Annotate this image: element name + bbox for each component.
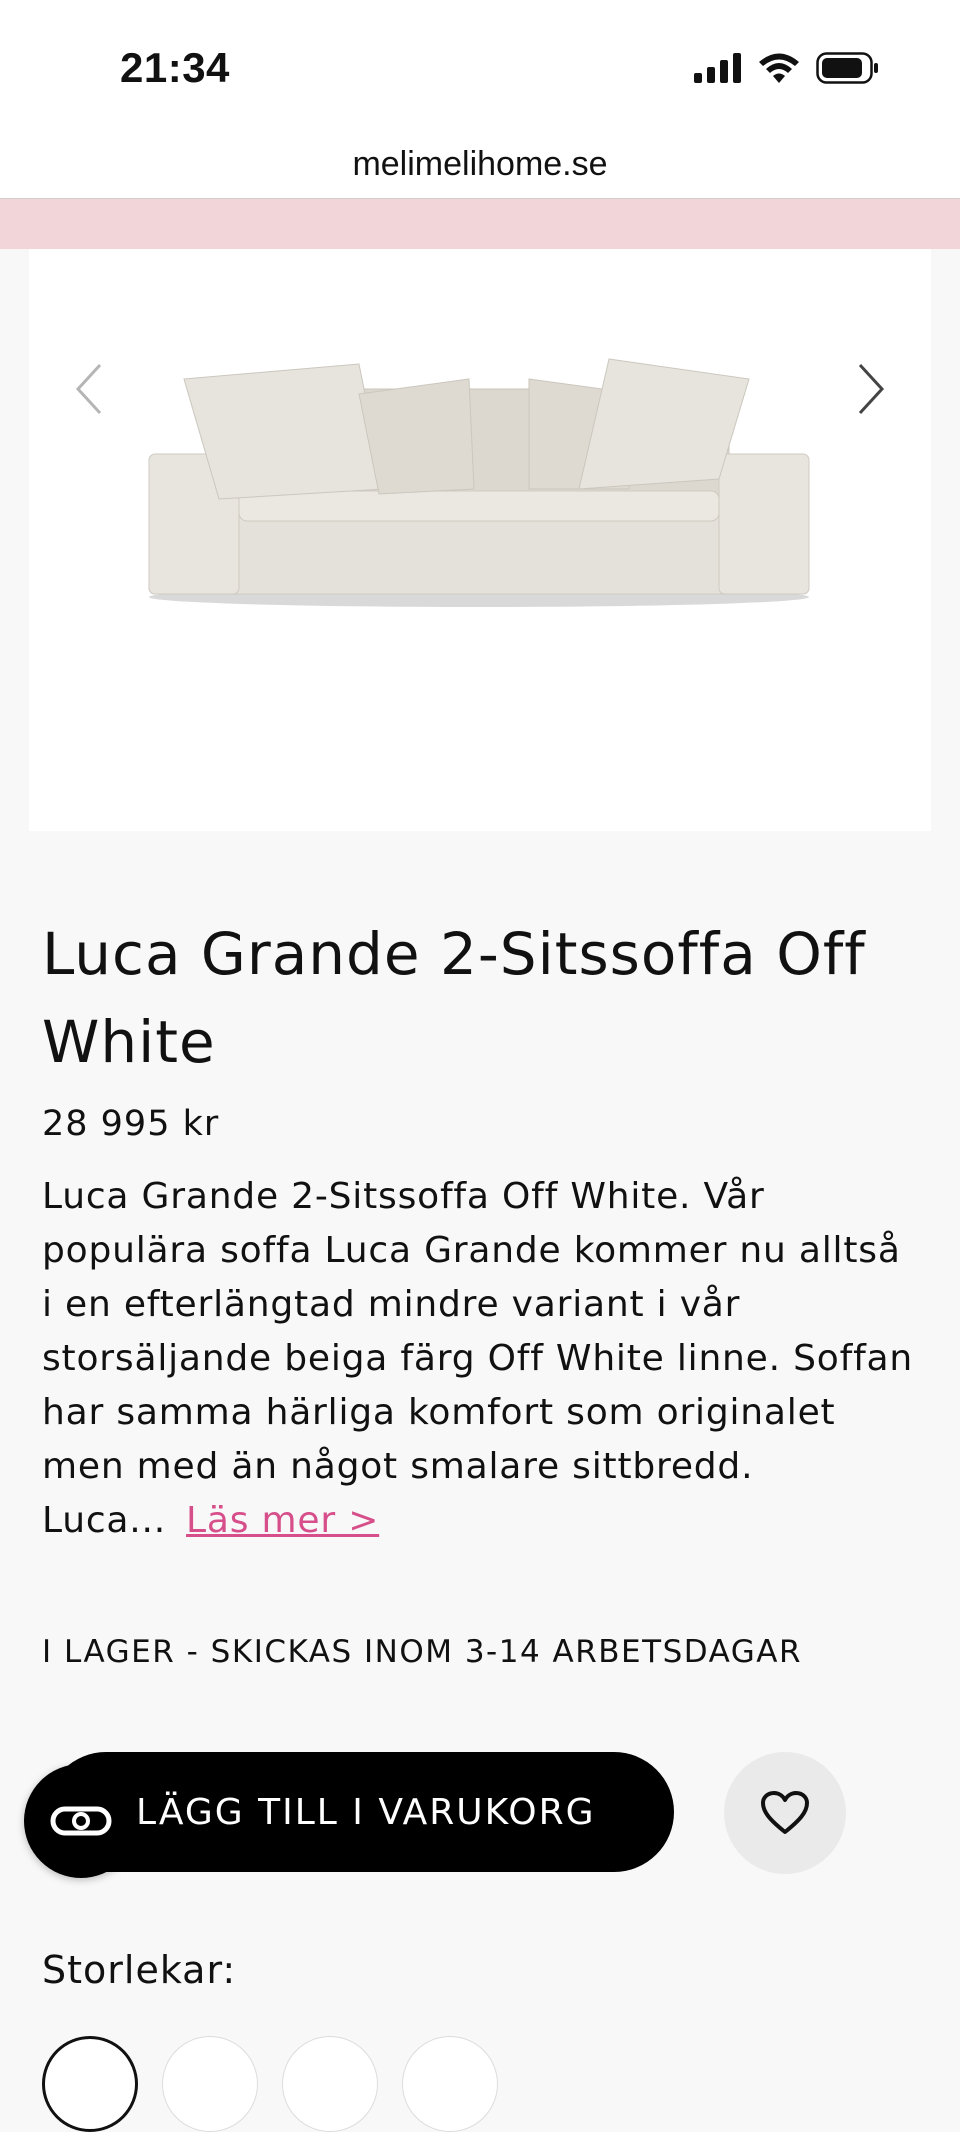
- gallery-next-button[interactable]: [841, 349, 901, 429]
- heart-icon: [761, 1791, 809, 1834]
- product-description: Luca Grande 2-Sitssoffa Off White. Vår p…: [42, 1170, 922, 1548]
- product-title: Luca Grande 2-Sitssoffa Off White: [42, 920, 866, 1076]
- read-more-link[interactable]: Läs mer >: [186, 1500, 379, 1541]
- battery-icon: [816, 52, 878, 84]
- chevron-right-icon: [858, 363, 885, 415]
- size-swatches: [42, 2036, 498, 2132]
- stock-status: I LAGER - SKICKAS INOM 3-14 ARBETSDAGAR: [42, 1634, 803, 1670]
- wifi-icon: [759, 53, 799, 83]
- browser-url-bar[interactable]: melimelihome.se: [0, 130, 960, 199]
- size-swatch[interactable]: [402, 2036, 498, 2132]
- product-price: 28 995 kr: [42, 1104, 220, 1144]
- description-text: Luca Grande 2-Sitssoffa Off White. Vår p…: [42, 1176, 914, 1541]
- size-swatch[interactable]: [42, 2036, 138, 2132]
- status-time: 21:34: [120, 44, 230, 91]
- promo-bar: [0, 199, 960, 249]
- chat-button[interactable]: [24, 1764, 138, 1878]
- sofa-image: [148, 358, 810, 607]
- url-text: melimelihome.se: [352, 144, 608, 183]
- add-to-cart-button[interactable]: LÄGG TILL I VARUKORG: [46, 1752, 674, 1872]
- sizes-label: Storlekar:: [42, 1948, 237, 1992]
- status-bar: 21:34: [0, 0, 960, 130]
- wishlist-button[interactable]: [724, 1752, 846, 1874]
- signal-icon: [694, 53, 741, 83]
- size-swatch[interactable]: [282, 2036, 378, 2132]
- chat-icon: [50, 1806, 112, 1836]
- status-icons: [694, 52, 880, 84]
- add-to-cart-label: LÄGG TILL I VARUKORG: [136, 1791, 596, 1833]
- chevron-left-icon: [75, 363, 102, 415]
- size-swatch[interactable]: [162, 2036, 258, 2132]
- product-gallery[interactable]: [29, 249, 931, 831]
